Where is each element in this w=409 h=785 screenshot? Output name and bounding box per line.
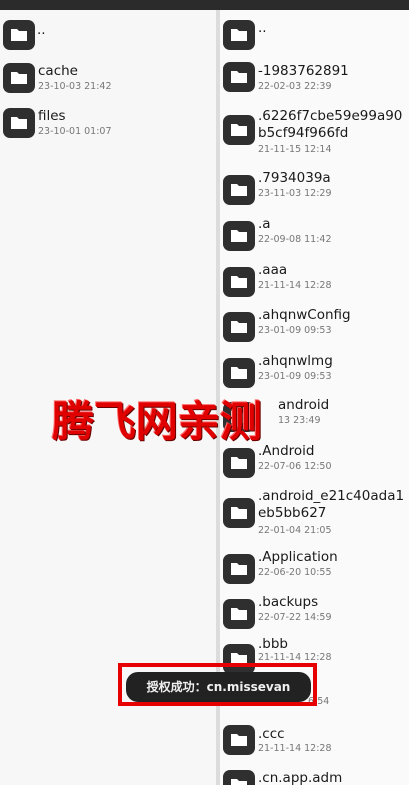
list-item[interactable]: files 23-10-01 01:07 bbox=[0, 105, 216, 149]
folder-icon bbox=[223, 20, 255, 50]
folder-icon bbox=[223, 175, 255, 205]
item-name: .android_e21c40ada1eb5bb627 bbox=[258, 488, 405, 521]
item-name: android bbox=[278, 397, 330, 413]
item-name: .7934039a bbox=[258, 170, 331, 186]
item-name: .cn.app.adm bbox=[258, 770, 343, 785]
list-item[interactable]: .a 22-09-08 11:42 bbox=[220, 213, 409, 257]
list-item-parent[interactable]: .. bbox=[220, 10, 409, 54]
item-name: files bbox=[38, 108, 66, 124]
item-name: .ahqnwlmg bbox=[258, 353, 333, 369]
item-date: 22-06-20 10:55 bbox=[258, 567, 332, 578]
item-date: 21-11-15 12:14 bbox=[258, 144, 332, 155]
folder-icon bbox=[3, 63, 35, 93]
list-item[interactable]: .android_e21c40ada1eb5bb627 22-01-04 21:… bbox=[220, 485, 409, 547]
item-name: cache bbox=[38, 63, 78, 79]
list-item[interactable]: .Application 22-06-20 10:55 bbox=[220, 546, 409, 590]
folder-icon bbox=[3, 20, 35, 50]
item-name: .. bbox=[37, 22, 46, 38]
list-item[interactable]: cache 23-10-03 21:42 bbox=[0, 60, 216, 104]
list-item[interactable]: .cn.app.adm bbox=[220, 768, 409, 785]
list-item[interactable]: .aaa 21-11-14 12:28 bbox=[220, 259, 409, 303]
list-item[interactable]: .backups 22-07-22 14:59 bbox=[220, 591, 409, 635]
item-name: .ahqnwConfig bbox=[258, 307, 351, 323]
folder-icon bbox=[223, 498, 255, 528]
item-date: 23-10-01 01:07 bbox=[38, 126, 112, 137]
item-date: 22-07-06 12:50 bbox=[258, 461, 332, 472]
list-item[interactable]: .6226f7cbe59e99a90b5cf94f966fd 21-11-15 … bbox=[220, 105, 409, 167]
item-name: .Android bbox=[258, 443, 315, 459]
status-bar bbox=[0, 0, 409, 10]
list-item[interactable]: .7934039a 23-11-03 12:29 bbox=[220, 167, 409, 211]
folder-icon bbox=[223, 62, 255, 92]
item-name: .. bbox=[258, 20, 267, 36]
folder-icon bbox=[223, 770, 255, 785]
item-name: -1983762891 bbox=[258, 63, 349, 79]
folder-icon bbox=[3, 108, 35, 138]
item-date: 23-11-03 12:29 bbox=[258, 188, 332, 199]
item-name: .ccc bbox=[258, 726, 285, 742]
folder-icon bbox=[223, 448, 255, 478]
item-date: 22-01-04 21:05 bbox=[258, 525, 332, 536]
item-date: 23-01-09 09:53 bbox=[258, 325, 332, 336]
list-item[interactable]: .ahqnwConfig 23-01-09 09:53 bbox=[220, 304, 409, 348]
item-name: .bbb bbox=[258, 636, 288, 652]
item-date: 13 23:49 bbox=[278, 415, 321, 426]
folder-icon bbox=[223, 312, 255, 342]
item-date: 22-09-08 11:42 bbox=[258, 234, 332, 245]
item-date: 21-11-14 12:28 bbox=[258, 280, 332, 291]
item-name: .backups bbox=[258, 594, 319, 610]
folder-icon bbox=[223, 358, 255, 388]
item-date: 21-11-14 12:28 bbox=[258, 743, 332, 754]
folder-icon bbox=[223, 115, 255, 145]
item-name: .a bbox=[258, 216, 271, 232]
folder-icon bbox=[223, 725, 255, 755]
folder-icon bbox=[223, 267, 255, 297]
item-date: 23-01-09 09:53 bbox=[258, 371, 332, 382]
item-name: .Application bbox=[258, 549, 338, 565]
toast-message: 授权成功：cn.missevan bbox=[126, 672, 311, 702]
list-item[interactable]: -1983762891 22-02-03 22:39 bbox=[220, 60, 409, 102]
folder-icon bbox=[223, 221, 255, 251]
folder-icon bbox=[223, 599, 255, 629]
watermark-overlay: 腾飞网亲测 bbox=[52, 397, 263, 446]
list-item[interactable]: .ccc 21-11-14 12:28 bbox=[220, 724, 409, 768]
item-date: 23-10-03 21:42 bbox=[38, 81, 112, 92]
folder-icon bbox=[223, 554, 255, 584]
item-name: .aaa bbox=[258, 262, 288, 278]
item-date: 22-02-03 22:39 bbox=[258, 81, 332, 92]
item-date: 21-11-14 12:28 bbox=[258, 652, 332, 663]
item-name: .6226f7cbe59e99a90b5cf94f966fd bbox=[258, 108, 403, 141]
item-date: 22-07-22 14:59 bbox=[258, 612, 332, 623]
list-item-parent[interactable]: .. bbox=[0, 10, 216, 60]
